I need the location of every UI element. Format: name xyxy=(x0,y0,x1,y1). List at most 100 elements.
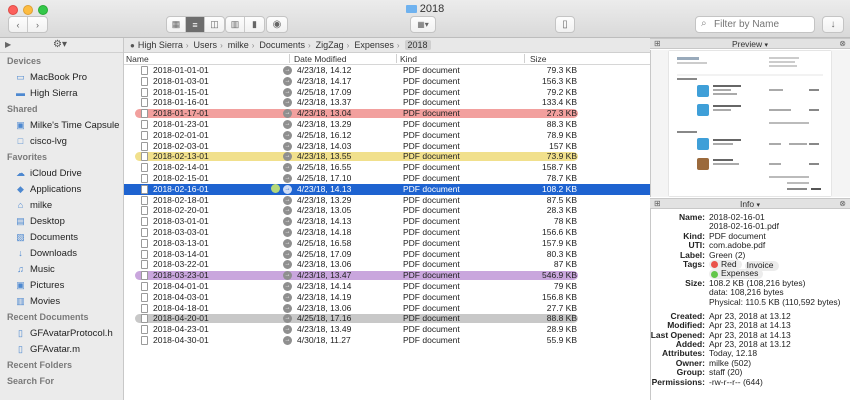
sidebar-item[interactable]: ▣ Pictures xyxy=(0,277,123,293)
column-header-size[interactable]: Size xyxy=(530,54,547,64)
sidebar-item[interactable]: ▥ Movies xyxy=(0,293,123,309)
collapse-icon[interactable]: ⊞ xyxy=(654,39,661,49)
preview-panel-header[interactable]: ⊞ Preview ▾ ⊗ xyxy=(650,38,850,49)
arrow-right-icon[interactable]: → xyxy=(283,217,292,227)
file-row[interactable]: 2018-03-13-01 → 4/25/18, 16.58 PDF document… xyxy=(124,238,650,249)
arrow-right-icon[interactable]: → xyxy=(283,281,292,291)
sidebar-item[interactable]: ◆ Applications xyxy=(0,181,123,197)
arrow-right-icon[interactable]: → xyxy=(283,119,292,129)
arrow-right-icon[interactable]: → xyxy=(283,227,292,237)
column-header-name[interactable]: Name xyxy=(126,54,149,64)
file-row[interactable]: 2018-01-15-01 → 4/25/18, 17.09 PDF document… xyxy=(124,87,650,98)
sidebar-item[interactable]: ♫ Music xyxy=(0,261,123,277)
arrow-right-icon[interactable]: → xyxy=(283,260,292,270)
arrow-right-icon[interactable]: → xyxy=(283,98,292,108)
sidebar-item[interactable]: ▬ High Sierra xyxy=(0,85,123,101)
toggle-sidebar-button[interactable]: ▥ xyxy=(226,17,245,32)
file-row[interactable]: 2018-02-01-01 → 4/25/18, 16.12 PDF document… xyxy=(124,130,650,141)
close-panel-icon[interactable]: ⊗ xyxy=(839,199,846,209)
file-row[interactable]: 2018-02-15-01 → 4/25/18, 17.10 PDF document… xyxy=(124,173,650,184)
sidebar-item[interactable]: □ cisco-lvg xyxy=(0,133,123,149)
arrow-right-icon[interactable]: → xyxy=(283,141,292,151)
arrow-right-icon[interactable]: → xyxy=(283,76,292,86)
arrow-right-icon[interactable]: → xyxy=(283,163,292,173)
collapse-icon[interactable]: ⊞ xyxy=(654,199,661,209)
column-header-date[interactable]: Date Modified xyxy=(294,54,346,64)
arrow-right-icon[interactable]: → xyxy=(283,325,292,335)
sidebar-item[interactable]: ▯ GFAvatar.m xyxy=(0,341,123,357)
filter-search-input[interactable] xyxy=(695,16,815,33)
file-row[interactable]: 2018-02-20-01 → 4/23/18, 13.05 PDF document… xyxy=(124,205,650,216)
info-permissions-value[interactable]: -rw-r--r-- (644) xyxy=(709,377,763,387)
close-panel-icon[interactable]: ⊗ xyxy=(839,39,846,49)
info-panel-header[interactable]: ⊞ Info ▾ ⊗ xyxy=(650,198,850,209)
file-row[interactable]: 2018-01-16-01 → 4/23/18, 13.37 PDF document… xyxy=(124,97,650,108)
file-row[interactable]: 2018-04-23-01 → 4/23/18, 13.49 PDF document… xyxy=(124,324,650,335)
breadcrumb-item[interactable]: milke › xyxy=(228,40,258,50)
arrow-right-icon[interactable]: → xyxy=(283,195,292,205)
breadcrumb-item[interactable]: Expenses › xyxy=(354,40,402,50)
file-row[interactable]: 2018-04-18-01 → 4/23/18, 13.06 PDF document… xyxy=(124,303,650,314)
sidebar-item[interactable]: ▤ Desktop xyxy=(0,213,123,229)
file-row[interactable]: 2018-01-23-01 → 4/23/18, 13.29 PDF document… xyxy=(124,119,650,130)
arrow-right-icon[interactable]: → xyxy=(283,87,292,97)
file-kind: PDF document xyxy=(403,151,460,162)
file-row[interactable]: 2018-02-13-01 → 4/23/18, 13.55 PDF document… xyxy=(124,151,650,162)
download-button[interactable]: ↓ xyxy=(822,16,844,33)
breadcrumb-item[interactable]: ZigZag › xyxy=(316,40,353,50)
file-row[interactable]: 2018-01-03-01 → 4/23/18, 14.17 PDF document… xyxy=(124,76,650,87)
arrow-right-icon[interactable]: → xyxy=(283,335,292,345)
sidebar-item[interactable]: ↓ Downloads xyxy=(0,245,123,261)
icon-view-button[interactable]: ▦ xyxy=(167,17,186,32)
breadcrumb-item[interactable]: 2018 xyxy=(404,40,431,50)
sidebar-item[interactable]: ▧ Documents xyxy=(0,229,123,245)
arrow-right-icon[interactable]: → xyxy=(283,238,292,248)
arrow-right-icon[interactable]: → xyxy=(283,173,292,183)
arrow-right-icon[interactable]: → xyxy=(283,184,292,194)
file-size: 27.3 KB xyxy=(546,108,577,119)
column-view-button[interactable]: ◫ xyxy=(205,17,224,32)
arrow-right-icon[interactable]: → xyxy=(283,249,292,259)
arrow-right-icon[interactable]: → xyxy=(283,303,292,313)
sidebar-item[interactable]: ⌂ milke xyxy=(0,197,123,213)
back-button[interactable]: ‹ xyxy=(9,17,28,32)
arrow-right-icon[interactable]: → xyxy=(283,66,292,75)
sidebar-section-title: Recent Folders xyxy=(7,360,73,370)
breadcrumb-item[interactable]: Users › xyxy=(194,40,226,50)
file-row[interactable]: 2018-03-22-01 → 4/23/18, 13.06 PDF document… xyxy=(124,259,650,270)
sidebar-item[interactable]: ▣ Milke's Time Capsule xyxy=(0,117,123,133)
quick-look-button[interactable]: ◉ xyxy=(266,16,288,33)
file-row[interactable]: 2018-03-23-01 → 4/23/18, 13.47 PDF document… xyxy=(124,270,650,281)
file-row[interactable]: 2018-02-16-01 → 4/23/18, 14.13 PDF document… xyxy=(124,183,650,195)
arrow-right-icon[interactable]: → xyxy=(283,206,292,216)
arrow-right-icon[interactable]: → xyxy=(283,130,292,140)
arrow-right-icon[interactable]: → xyxy=(283,292,292,302)
file-row[interactable]: 2018-04-30-01 → 4/30/18, 11.27 PDF document… xyxy=(124,335,650,346)
file-row[interactable]: 2018-02-18-01 → 4/23/18, 13.29 PDF document… xyxy=(124,195,650,206)
list-view-button[interactable]: ≡ xyxy=(186,17,205,32)
file-row[interactable]: 2018-01-01-01 → 4/23/18, 14.12 PDF document… xyxy=(124,65,650,76)
toggle-preview-button[interactable]: ▮ xyxy=(245,17,264,32)
gear-icon[interactable]: ⚙▾ xyxy=(53,39,67,50)
file-row[interactable]: 2018-01-17-01 → 4/23/18, 13.04 PDF document… xyxy=(124,108,650,119)
sidebar-item[interactable]: ▯ GFAvatarProtocol.h xyxy=(0,325,123,341)
new-document-button[interactable]: ▯ xyxy=(555,16,575,33)
file-row[interactable]: 2018-02-03-01 → 4/23/18, 14.03 PDF document… xyxy=(124,141,650,152)
file-row[interactable]: 2018-03-14-01 → 4/25/18, 17.09 PDF document… xyxy=(124,249,650,260)
sidebar-item[interactable]: ☁ iCloud Drive xyxy=(0,165,123,181)
column-header-kind[interactable]: Kind xyxy=(400,54,417,64)
file-row[interactable]: 2018-04-20-01 → 4/25/18, 17.16 PDF document… xyxy=(124,313,650,324)
file-row[interactable]: 2018-04-01-01 → 4/23/18, 14.14 PDF document… xyxy=(124,281,650,292)
file-row[interactable]: 2018-04-03-01 → 4/23/18, 14.19 PDF document… xyxy=(124,292,650,303)
file-row[interactable]: 2018-03-03-01 → 4/23/18, 14.18 PDF document… xyxy=(124,227,650,238)
breadcrumb-item[interactable]: Documents › xyxy=(259,40,313,50)
sidebar-item[interactable]: ▭ MacBook Pro xyxy=(0,69,123,85)
arrange-button[interactable]: ▦▾ xyxy=(410,16,436,33)
breadcrumb-item[interactable]: High Sierra › xyxy=(138,40,192,50)
file-row[interactable]: 2018-03-01-01 → 4/23/18, 14.13 PDF document… xyxy=(124,216,650,227)
invoice-preview-image[interactable] xyxy=(669,51,831,196)
file-row[interactable]: 2018-02-14-01 → 4/25/18, 16.55 PDF document… xyxy=(124,162,650,173)
forward-button[interactable]: › xyxy=(28,17,47,32)
disclosure-icon[interactable]: ▶ xyxy=(5,40,11,49)
pdf-file-icon xyxy=(141,141,148,151)
